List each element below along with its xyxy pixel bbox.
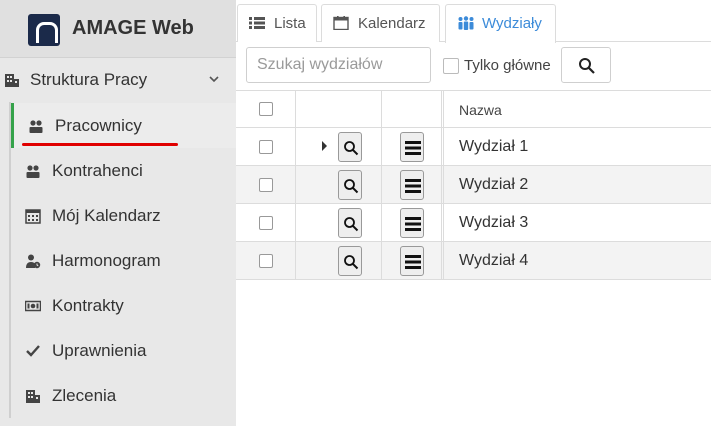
- expand-caret-icon[interactable]: [322, 141, 327, 151]
- department-name: Wydział 2: [459, 176, 529, 193]
- sidebar-item-pracownicy[interactable]: Pracownicy: [11, 103, 236, 148]
- table-header-row: Nazwa: [236, 90, 711, 128]
- check-icon: [26, 345, 40, 357]
- hamburger-icon: [405, 217, 421, 231]
- people-icon: [458, 16, 474, 30]
- sidebar-item-label: Kontrahenci: [52, 161, 143, 180]
- tab-label: Kalendarz: [358, 15, 426, 32]
- hamburger-icon: [405, 141, 421, 155]
- row-menu-button[interactable]: [400, 132, 424, 162]
- department-name: Wydział 3: [459, 214, 529, 231]
- search-icon: [344, 217, 359, 232]
- column-header-name: Nazwa: [459, 102, 502, 118]
- header-cell-name[interactable]: Nazwa: [443, 91, 711, 127]
- sidebar-item-zlecenia[interactable]: Zlecenia: [11, 373, 236, 418]
- tab-label: Lista: [274, 15, 306, 32]
- search-button[interactable]: [561, 47, 611, 83]
- only-main-label: Tylko główne: [464, 57, 551, 74]
- row-checkbox[interactable]: [259, 216, 273, 230]
- sidebar-item-label: Pracownicy: [55, 116, 142, 135]
- tab-wydzialy[interactable]: Wydziały: [445, 4, 556, 43]
- active-item-underline: [22, 143, 178, 146]
- header-cell-expand: [296, 91, 382, 127]
- brand-header[interactable]: AMAGE Web: [0, 0, 236, 58]
- building-icon: [5, 74, 19, 87]
- money-icon: [25, 300, 41, 312]
- sidebar-item-kontrakty[interactable]: Kontrakty: [11, 283, 236, 328]
- tab-lista[interactable]: Lista: [237, 4, 317, 42]
- sidebar-group-label: Struktura Pracy: [30, 70, 148, 89]
- sidebar-item-uprawnienia[interactable]: Uprawnienia: [11, 328, 236, 373]
- tab-label: Wydziały: [482, 15, 542, 32]
- sidebar-item-label: Uprawnienia: [52, 341, 147, 360]
- table-row[interactable]: Wydział 2: [236, 166, 711, 204]
- header-cell-menu: [382, 91, 442, 127]
- row-view-button[interactable]: [338, 132, 362, 162]
- row-checkbox[interactable]: [259, 254, 273, 268]
- row-checkbox[interactable]: [259, 178, 273, 192]
- table-row[interactable]: Wydział 3: [236, 204, 711, 242]
- row-menu-button[interactable]: [400, 246, 424, 276]
- sidebar-group-struktura-pracy[interactable]: Struktura Pracy: [0, 58, 236, 102]
- list-icon: [249, 17, 265, 29]
- row-view-button[interactable]: [338, 170, 362, 200]
- calendar-icon: [333, 16, 349, 30]
- sidebar-item-label: Mój Kalendarz: [52, 206, 161, 225]
- sidebar-item-label: Kontrakty: [52, 296, 124, 315]
- toolbar: Tylko główne: [236, 42, 711, 90]
- row-menu-button[interactable]: [400, 208, 424, 238]
- search-icon: [579, 58, 595, 74]
- tab-kalendarz[interactable]: Kalendarz: [321, 4, 440, 42]
- table-row[interactable]: Wydział 1: [236, 128, 711, 166]
- table-row[interactable]: Wydział 4: [236, 242, 711, 280]
- department-name: Wydział 4: [459, 252, 529, 269]
- departments-table: Nazwa Wydział 1 Wydział 2 Wydział 3 Wydz…: [236, 90, 711, 280]
- row-view-button[interactable]: [338, 208, 362, 238]
- search-input[interactable]: [246, 47, 431, 83]
- row-view-button[interactable]: [338, 246, 362, 276]
- sidebar-item-kontrahenci[interactable]: Kontrahenci: [11, 148, 236, 193]
- row-checkbox[interactable]: [259, 140, 273, 154]
- users-icon: [29, 120, 43, 133]
- app-logo-icon: [28, 14, 60, 46]
- tab-bar: Lista Kalendarz Wydziały: [236, 0, 711, 43]
- department-name: Wydział 1: [459, 138, 529, 155]
- search-icon: [344, 255, 359, 270]
- user-clock-icon: [26, 254, 41, 269]
- hamburger-icon: [405, 179, 421, 193]
- only-main-checkbox[interactable]: [443, 58, 459, 74]
- row-menu-button[interactable]: [400, 170, 424, 200]
- hamburger-icon: [405, 255, 421, 269]
- sidebar-item-harmonogram[interactable]: Harmonogram: [11, 238, 236, 283]
- chevron-down-icon: [209, 76, 219, 83]
- sidebar-item-label: Harmonogram: [52, 251, 161, 270]
- building-icon: [26, 390, 40, 403]
- search-icon: [344, 179, 359, 194]
- sidebar-item-moj-kalendarz[interactable]: Mój Kalendarz: [11, 193, 236, 238]
- select-all-checkbox[interactable]: [259, 102, 273, 116]
- search-icon: [344, 141, 359, 156]
- sidebar-item-label: Zlecenia: [52, 386, 117, 405]
- app-name: AMAGE Web: [72, 17, 194, 39]
- sidebar: AMAGE Web Struktura Pracy Pracownicy Kon…: [0, 0, 236, 426]
- calendar-icon: [25, 209, 41, 224]
- users-icon: [26, 165, 40, 178]
